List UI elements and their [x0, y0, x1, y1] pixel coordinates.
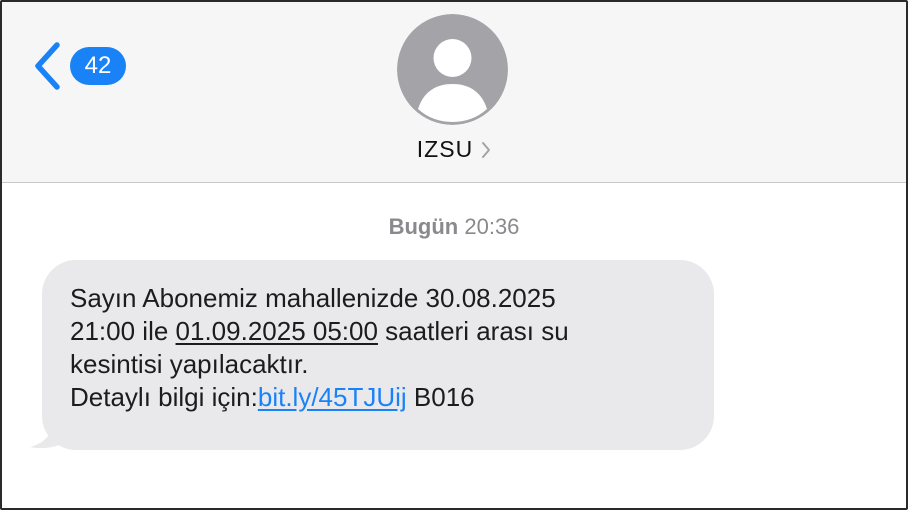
chevron-right-icon [482, 141, 491, 158]
message-line: 21:00 ile 01.09.2025 05:00 saatleri aras… [70, 315, 688, 348]
message-text: B016 [406, 382, 475, 412]
chevron-left-icon [35, 42, 60, 90]
message-line: Detaylı bilgi için:bit.ly/45TJUij B016 [70, 381, 688, 414]
message-link[interactable]: bit.ly/45TJUij [258, 382, 407, 412]
message-bubble-body: Sayın Abonemiz mahallenizde 30.08.2025 2… [42, 260, 714, 450]
message-text: Detaylı bilgi için: [70, 382, 258, 412]
conversation-header: 42 IZSU [2, 2, 906, 183]
message-line: Sayın Abonemiz mahallenizde 30.08.2025 [70, 282, 688, 315]
message-thread-window: 42 IZSU Bugün 20:36 Sayın Abonemiz mahal… [0, 0, 908, 510]
message-text: kesintisi yapılacaktır. [70, 349, 309, 379]
person-silhouette-icon [397, 14, 508, 125]
message-timestamp: Bugün 20:36 [2, 214, 906, 240]
back-button[interactable]: 42 [32, 40, 126, 92]
contact-name-button[interactable]: IZSU [2, 136, 906, 163]
timestamp-day: Bugün [388, 214, 459, 239]
timestamp-time: 20:36 [464, 214, 520, 239]
date-time-detected[interactable]: 01.09.2025 05:00 [176, 316, 378, 346]
incoming-message-bubble[interactable]: Sayın Abonemiz mahallenizde 30.08.2025 2… [30, 260, 716, 452]
contact-avatar[interactable] [397, 14, 508, 125]
unread-count-badge: 42 [70, 47, 126, 85]
message-text: 21:00 ile [70, 316, 176, 346]
contact-name: IZSU [416, 136, 474, 162]
message-text: Sayın Abonemiz mahallenizde 30.08.2025 [70, 283, 556, 313]
message-line: kesintisi yapılacaktır. [70, 348, 688, 381]
message-text: saatleri arası su [377, 316, 569, 346]
